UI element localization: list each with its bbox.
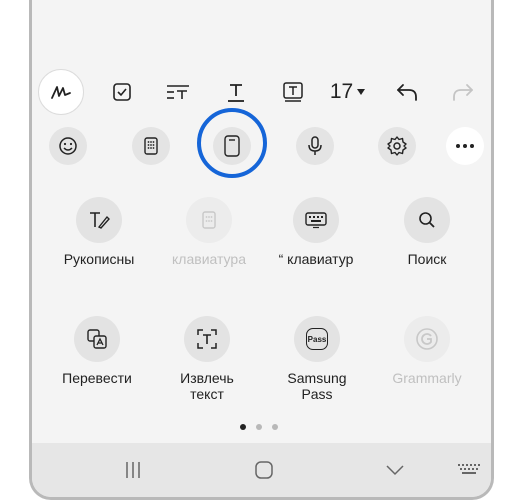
font-size-value: 17 [329, 80, 354, 103]
page-dot[interactable] [256, 424, 262, 430]
pen-icon [51, 86, 71, 99]
keyboard-toggle-button[interactable] [454, 457, 484, 483]
page-dot-active[interactable] [240, 424, 246, 430]
extract-text-label: Извлечь текст [180, 370, 234, 402]
caret-down-icon [357, 89, 366, 95]
samsung-pass-tile[interactable]: Pass Samsung Pass [267, 316, 367, 402]
translate-icon [74, 316, 120, 362]
microphone-icon [308, 136, 322, 155]
voice-input-button[interactable] [296, 127, 334, 165]
undo-button[interactable] [394, 66, 420, 118]
clipboard-highlight-ring [197, 108, 267, 178]
more-button[interactable] [446, 127, 484, 165]
grammarly-tile[interactable]: Grammarly [377, 316, 477, 386]
navigation-bar [32, 443, 491, 497]
keyboard-icon [293, 197, 339, 243]
grammarly-icon [404, 316, 450, 362]
underline-text-icon [228, 84, 244, 102]
text-box-button[interactable] [280, 66, 306, 118]
home-icon [255, 461, 273, 479]
gear-icon [387, 136, 407, 156]
checkbox-button[interactable] [110, 66, 134, 118]
samsung-pass-icon: Pass [294, 316, 340, 362]
translate-tile[interactable]: Перевести [47, 316, 147, 386]
keypad-icon [186, 197, 232, 243]
extract-text-icon [184, 316, 230, 362]
grammarly-label: Grammarly [392, 370, 462, 386]
keypad-tile[interactable]: клавиатура [159, 197, 259, 267]
text-style-button[interactable] [164, 66, 192, 118]
back-button[interactable] [380, 457, 410, 483]
keypad-label: клавиатура [172, 251, 246, 267]
more-icon [456, 144, 474, 148]
redo-icon [453, 84, 473, 101]
emoji-button[interactable] [49, 127, 87, 165]
keyboard-label: “ клавиатур [278, 251, 354, 267]
search-icon [404, 197, 450, 243]
samsung-pass-label: Samsung Pass [287, 370, 347, 402]
samsung-pass-badge: Pass [306, 328, 328, 350]
pen-button[interactable] [38, 69, 84, 115]
search-tile[interactable]: Поиск [377, 197, 477, 267]
handwriting-icon [76, 197, 122, 243]
handwriting-label: Рукописны [63, 251, 135, 267]
extract-text-tile[interactable]: Извлечь текст [157, 316, 257, 402]
page-dot[interactable] [272, 424, 278, 430]
redo-button[interactable] [450, 66, 476, 118]
emoji-icon [59, 137, 77, 155]
text-style-icon [167, 85, 189, 99]
keyboard-layout-icon [144, 137, 158, 155]
search-label: Поиск [407, 251, 447, 267]
keyboard-tile[interactable]: “ клавиатур [266, 197, 366, 267]
keyboard-toggle-icon [458, 464, 480, 474]
recents-icon [126, 462, 140, 478]
chevron-down-icon [386, 465, 404, 476]
font-size-dropdown[interactable]: 17 [328, 66, 368, 118]
text-box-icon [283, 82, 303, 102]
keyboard-layout-button[interactable] [132, 127, 170, 165]
checkbox-icon [113, 83, 131, 101]
translate-label: Перевести [62, 370, 132, 386]
recents-button[interactable] [118, 457, 148, 483]
settings-button[interactable] [378, 127, 416, 165]
handwriting-tile[interactable]: Рукописны [49, 197, 149, 267]
home-button[interactable] [249, 457, 279, 483]
keyboard-toolbar: 17 [32, 66, 491, 118]
undo-icon [397, 84, 417, 101]
